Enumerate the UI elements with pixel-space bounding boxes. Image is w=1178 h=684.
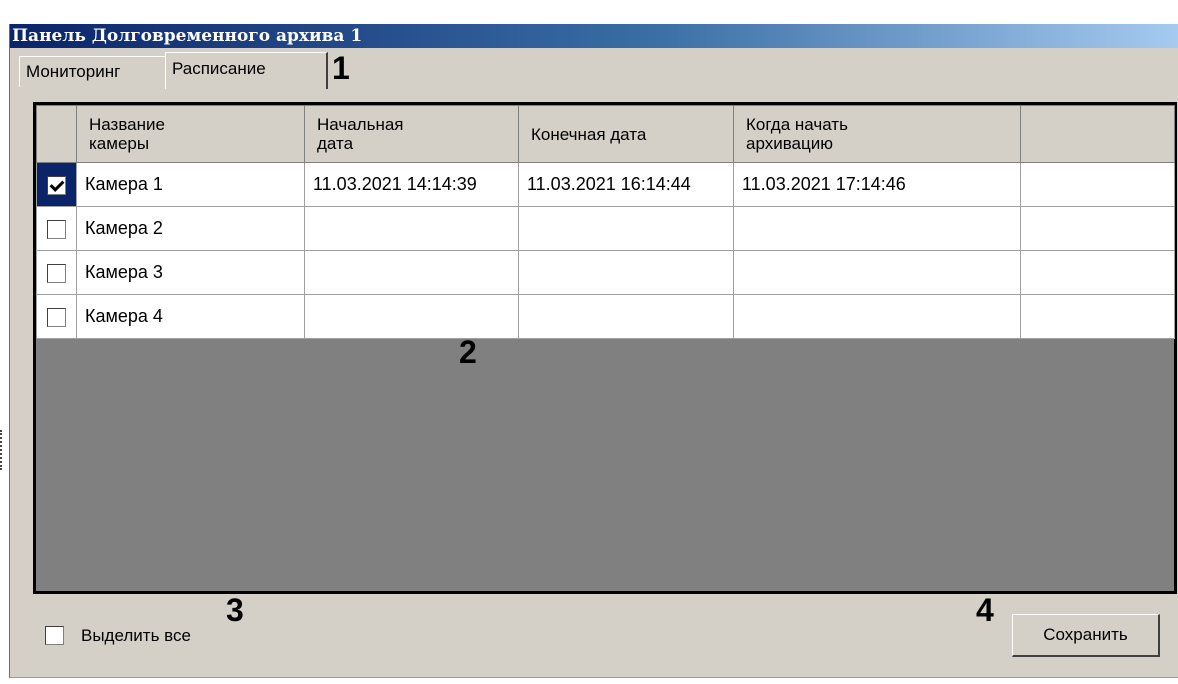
- camera-name-cell[interactable]: Камера 3: [76, 250, 305, 295]
- row-checkbox-cell[interactable]: [36, 162, 77, 207]
- select-all-label[interactable]: Выделить все: [81, 624, 191, 648]
- header-archive-start[interactable]: Когда начать архивацию: [733, 105, 1021, 163]
- camera-name-cell[interactable]: Камера 1: [76, 162, 305, 207]
- row-checkbox[interactable]: [47, 175, 66, 195]
- tab-monitoring[interactable]: Мониторинг: [19, 56, 169, 87]
- row-checkbox[interactable]: [47, 219, 66, 239]
- end-date-cell[interactable]: [518, 250, 734, 295]
- row-checkbox[interactable]: [47, 263, 66, 283]
- header-end-date[interactable]: Конечная дата: [518, 105, 734, 163]
- end-date-cell[interactable]: [518, 206, 734, 251]
- empty-cell: [1020, 250, 1175, 295]
- callout-marker-2: 2: [459, 334, 477, 370]
- table-row[interactable]: Камера 2: [36, 206, 1175, 251]
- row-checkbox-cell[interactable]: [36, 294, 77, 339]
- row-checkbox-cell[interactable]: [36, 206, 77, 251]
- long-term-archive-panel: Панель Долговременного архива 1 Монитори…: [9, 24, 1178, 678]
- header-start-date[interactable]: Начальная дата: [304, 105, 519, 163]
- empty-cell: [1020, 162, 1175, 207]
- archive-start-cell[interactable]: 11.03.2021 17:14:46: [733, 162, 1021, 207]
- start-date-cell[interactable]: [304, 206, 519, 251]
- archive-start-cell[interactable]: [733, 250, 1021, 295]
- callout-marker-1: 1: [332, 50, 350, 86]
- start-date-cell[interactable]: 11.03.2021 14:14:39: [304, 162, 519, 207]
- table-row[interactable]: Камера 3: [36, 250, 1175, 295]
- save-button[interactable]: Сохранить: [1012, 614, 1160, 657]
- empty-cell: [1020, 206, 1175, 251]
- select-all-checkbox[interactable]: [45, 626, 64, 645]
- table-row[interactable]: Камера 1 11.03.2021 14:14:39 11.03.2021 16…: [36, 162, 1175, 207]
- camera-name-cell[interactable]: Камера 4: [76, 294, 305, 339]
- start-date-cell[interactable]: [304, 294, 519, 339]
- callout-marker-3: 3: [226, 592, 244, 628]
- row-checkbox-cell[interactable]: [36, 250, 77, 295]
- start-date-cell[interactable]: [304, 250, 519, 295]
- table-row[interactable]: Камера 4: [36, 294, 1175, 339]
- callout-marker-4: 4: [976, 592, 994, 628]
- tab-schedule[interactable]: Расписание: [165, 52, 328, 89]
- schedule-table: Название камеры Начальная дата Конечная …: [36, 105, 1175, 339]
- table-header-row: Название камеры Начальная дата Конечная …: [36, 105, 1175, 163]
- empty-cell: [1020, 294, 1175, 339]
- header-camera-name[interactable]: Название камеры: [76, 105, 305, 163]
- archive-start-cell[interactable]: [733, 206, 1021, 251]
- window-title: Панель Долговременного архива 1: [10, 24, 1178, 48]
- schedule-grid: Название камеры Начальная дата Конечная …: [33, 102, 1177, 594]
- header-checkbox-column: [36, 105, 77, 163]
- end-date-cell[interactable]: 11.03.2021 16:14:44: [518, 162, 734, 207]
- header-empty-column: [1020, 105, 1175, 163]
- camera-name-cell[interactable]: Камера 2: [76, 206, 305, 251]
- archive-start-cell[interactable]: [733, 294, 1021, 339]
- row-checkbox[interactable]: [47, 307, 66, 327]
- window-edge: [0, 430, 5, 470]
- end-date-cell[interactable]: [518, 294, 734, 339]
